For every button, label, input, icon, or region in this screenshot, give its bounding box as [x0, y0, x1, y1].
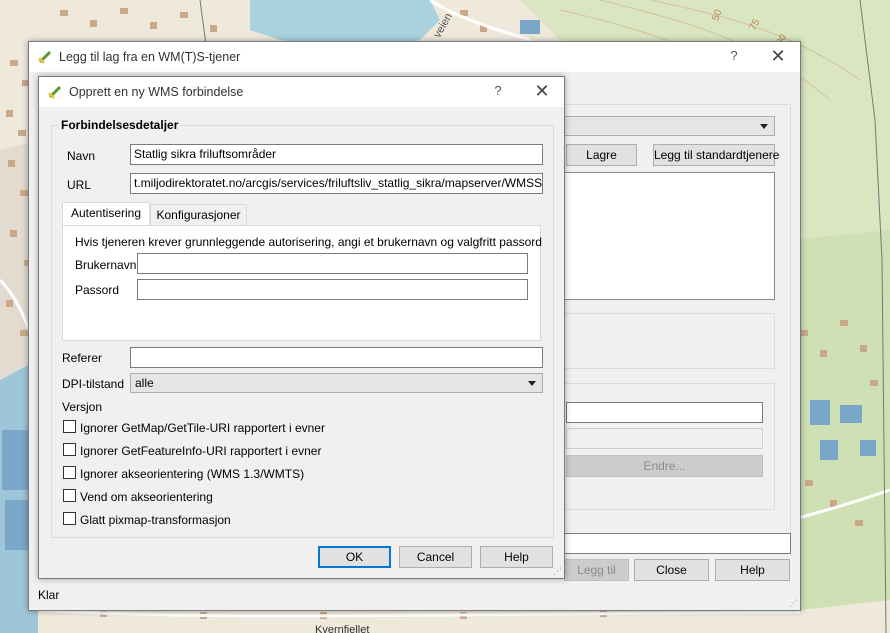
save-connections-button[interactable]: Lagre [566, 144, 637, 166]
dialog-help-button[interactable]: Help [480, 546, 553, 568]
ignore-getfeatureinfo-uri-checkbox[interactable] [63, 443, 76, 456]
qgis-icon [38, 50, 52, 64]
ok-button[interactable]: OK [318, 546, 391, 568]
referer-field[interactable] [130, 347, 543, 368]
image-encoding-group [564, 313, 775, 369]
ignore-getfeatureinfo-uri-label[interactable]: Ignorer GetFeatureInfo-URI rapportert i … [80, 444, 321, 458]
ignore-getmap-uri-checkbox[interactable] [63, 420, 76, 433]
crs-field [566, 428, 763, 449]
tab-configurations[interactable]: Konfigurasjoner [150, 204, 247, 226]
close-button[interactable]: Close [634, 559, 709, 581]
add-wms-window-title: Legg til lag fra en WM(T)S-tjener [59, 50, 241, 64]
dialog-titlebar[interactable]: Opprett en ny WMS forbindelse ? ✕ [39, 77, 564, 107]
add-default-servers-button[interactable]: Legg til standardtjenere [653, 144, 779, 166]
username-field[interactable] [137, 253, 528, 274]
ignore-axis-orientation-label[interactable]: Ignorer akseorientering (WMS 1.3/WMTS) [80, 467, 304, 481]
name-field[interactable]: Statlig sikra friluftsområder [130, 144, 543, 165]
help-button[interactable]: Help [715, 559, 790, 581]
smooth-pixmap-transform-label[interactable]: Glatt pixmap-transformasjon [80, 513, 231, 527]
connection-details-heading: Forbindelsesdetaljer [59, 118, 181, 132]
password-field[interactable] [137, 279, 528, 300]
invert-axis-orientation-checkbox[interactable] [63, 489, 76, 502]
url-field[interactable]: t.miljodirektoratet.no/arcgis/services/f… [130, 173, 543, 194]
dpi-mode-value: alle [135, 376, 154, 390]
name-label: Navn [67, 149, 96, 163]
referer-label: Referer [62, 351, 103, 365]
add-layer-button[interactable]: Legg til [564, 559, 629, 581]
street-label-kvernfjellet: Kvernfjellet [315, 624, 369, 633]
status-text: Klar [38, 588, 60, 602]
dialog-help-title-button[interactable]: ? [488, 83, 508, 98]
version-label: Versjon [62, 400, 103, 414]
dialog-title: Opprett en ny WMS forbindelse [69, 85, 244, 99]
resize-grip-icon[interactable]: ⋰ [789, 598, 798, 609]
chevron-down-icon [760, 124, 768, 129]
layer-name-field[interactable] [564, 533, 791, 554]
url-label: URL [67, 178, 92, 192]
ignore-getmap-uri-label[interactable]: Ignorer GetMap/GetTile-URI rapportert i … [80, 421, 325, 435]
invert-axis-orientation-label[interactable]: Vend om akseorientering [80, 490, 213, 504]
dpi-mode-dropdown[interactable]: alle [130, 373, 543, 393]
dpi-mode-label: DPI-tilstand [62, 377, 125, 391]
ignore-axis-orientation-checkbox[interactable] [63, 466, 76, 479]
tile-size-field[interactable] [566, 402, 763, 423]
auth-info-text: Hvis tjeneren krever grunnleggende autor… [75, 235, 542, 249]
add-wms-titlebar[interactable]: Legg til lag fra en WM(T)S-tjener ? ✕ [29, 42, 800, 72]
password-label: Passord [75, 283, 120, 297]
smooth-pixmap-transform-checkbox[interactable] [63, 512, 76, 525]
layers-list[interactable] [564, 172, 775, 300]
resize-grip-icon[interactable]: ⋰ [553, 566, 562, 577]
new-wms-connection-dialog: Opprett en ny WMS forbindelse ? ✕ Forbin… [38, 76, 565, 579]
username-label: Brukernavn [75, 258, 137, 272]
dialog-close-button[interactable]: ✕ [527, 80, 557, 104]
tab-authentication[interactable]: Autentisering [62, 202, 150, 226]
cancel-button[interactable]: Cancel [399, 546, 472, 568]
server-connections-dropdown[interactable] [564, 116, 775, 136]
help-title-button[interactable]: ? [724, 48, 744, 63]
qgis-icon [48, 85, 62, 99]
change-crs-button[interactable]: Endre... [566, 455, 763, 477]
chevron-down-icon [528, 381, 536, 386]
close-window-button[interactable]: ✕ [763, 45, 793, 69]
